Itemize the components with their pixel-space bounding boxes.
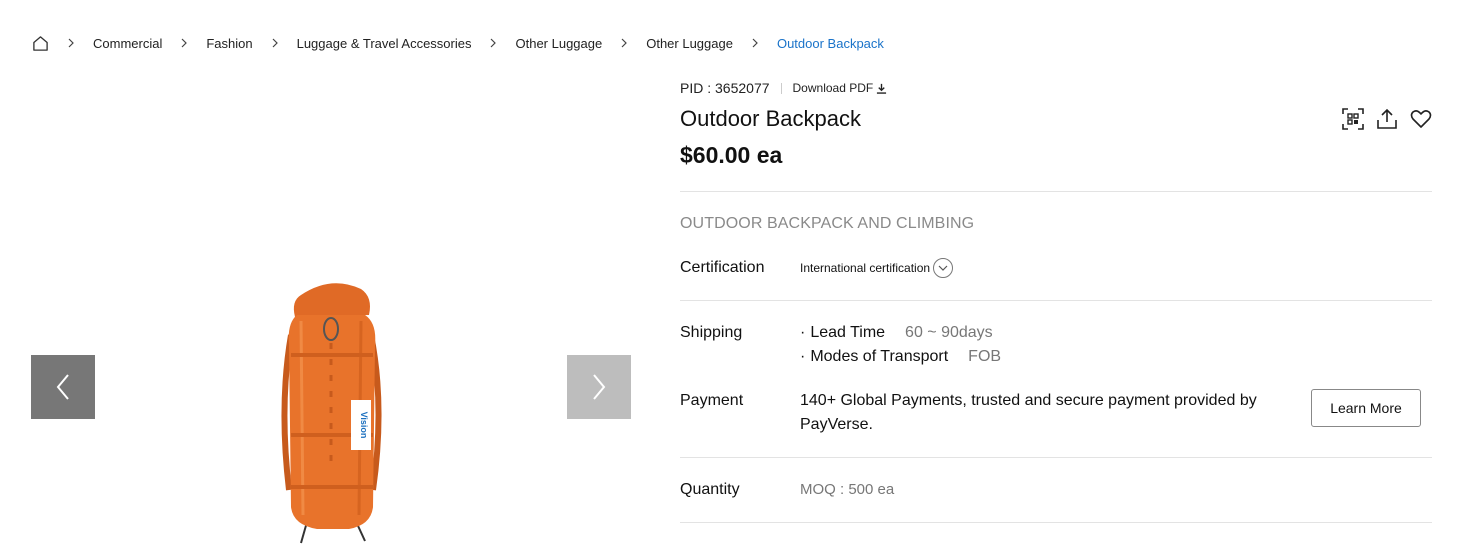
chevron-right-icon <box>733 38 777 48</box>
product-price: $60.00 ea <box>680 142 783 168</box>
heart-icon[interactable] <box>1410 108 1432 130</box>
gallery-prev-button[interactable] <box>31 355 95 419</box>
bullet: · <box>800 324 806 341</box>
download-pdf-link[interactable]: Download PDF <box>793 81 888 95</box>
gallery-next-button[interactable] <box>567 355 631 419</box>
pid-row: PID : 3652077 Download PDF <box>680 78 887 98</box>
breadcrumb: Commercial Fashion Luggage & Travel Acce… <box>31 33 884 53</box>
product-subtitle: OUTDOOR BACKPACK AND CLIMBING <box>680 215 975 232</box>
divider <box>680 522 1432 523</box>
chevron-right-icon <box>253 38 297 48</box>
breadcrumb-item-other-luggage[interactable]: Other Luggage <box>515 36 602 51</box>
qr-code-icon[interactable] <box>1342 108 1364 130</box>
product-label-text: Vision <box>359 412 369 439</box>
bullet: · <box>800 348 806 365</box>
chevron-right-icon <box>471 38 515 48</box>
download-icon <box>877 83 887 94</box>
shipping-lead-time: · Lead Time 60 ~ 90days <box>800 321 1001 345</box>
shipping-transport-key: Modes of Transport <box>810 348 949 365</box>
chevron-right-icon <box>162 38 206 48</box>
chevron-down-icon <box>938 265 948 271</box>
product-actions <box>1342 108 1432 130</box>
payment-description: 140+ Global Payments, trusted and secure… <box>800 392 1257 433</box>
breadcrumb-item-fashion[interactable]: Fashion <box>206 36 252 51</box>
chevron-right-icon <box>49 38 93 48</box>
quantity-label: Quantity <box>680 481 740 498</box>
shipping-label: Shipping <box>680 324 743 341</box>
breadcrumb-current: Outdoor Backpack <box>776 35 884 51</box>
home-icon[interactable] <box>31 34 49 52</box>
shipping-details: · Lead Time 60 ~ 90days · Modes of Trans… <box>800 321 1001 369</box>
divider <box>680 191 1432 192</box>
breadcrumb-item-commercial[interactable]: Commercial <box>93 36 162 51</box>
share-icon[interactable] <box>1376 108 1398 130</box>
shipping-transport-value: FOB <box>968 348 1002 365</box>
product-info: PID : 3652077 Download PDF Outdoor Backp… <box>680 78 1432 544</box>
certification-value: International certification <box>800 258 954 278</box>
payment-label: Payment <box>680 392 744 409</box>
chevron-left-icon <box>56 374 69 400</box>
breadcrumb-item-other-luggage-2[interactable]: Other Luggage <box>646 36 733 51</box>
shipping-lead-time-value: 60 ~ 90days <box>905 324 993 341</box>
product-image: Vision <box>261 275 401 544</box>
divider <box>780 82 782 94</box>
product-id: PID : 3652077 <box>680 80 770 96</box>
chevron-right-icon <box>602 38 646 48</box>
divider <box>680 457 1432 458</box>
moq-value: MOQ : 500 ea <box>800 481 895 498</box>
download-pdf-label: Download PDF <box>792 81 874 95</box>
product-title: Outdoor Backpack <box>680 106 861 131</box>
divider <box>680 300 1432 301</box>
certification-text: International certification <box>800 261 931 275</box>
learn-more-button[interactable]: Learn More <box>1311 389 1421 427</box>
shipping-transport: · Modes of Transport FOB <box>800 345 1001 369</box>
certification-expand-button[interactable] <box>933 258 954 278</box>
breadcrumb-item-luggage-travel[interactable]: Luggage & Travel Accessories <box>297 36 472 51</box>
chevron-right-icon <box>593 374 606 400</box>
shipping-lead-time-key: Lead Time <box>810 324 886 341</box>
certification-label: Certification <box>680 259 765 276</box>
product-gallery: Vision <box>31 80 631 544</box>
